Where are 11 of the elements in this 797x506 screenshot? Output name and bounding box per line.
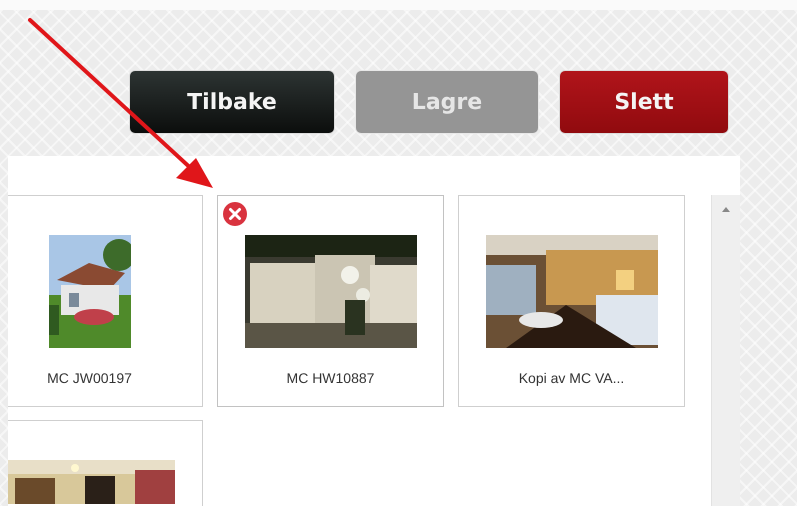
image-name: MC HW10887 — [286, 370, 374, 386]
image-card[interactable]: MC HW10887 — [217, 195, 444, 407]
toolbar-button[interactable]: Slett — [559, 70, 729, 134]
image-name: MC JW00197 — [47, 370, 132, 386]
image-card[interactable]: Kopi av MC VA... — [458, 195, 685, 407]
scroll-up-icon[interactable] — [722, 207, 730, 212]
scrollbar[interactable] — [711, 195, 740, 506]
toolbar-button[interactable]: Tilbake — [129, 70, 335, 134]
delete-icon[interactable] — [222, 201, 248, 227]
image-card[interactable]: MC JW00197 — [8, 195, 203, 407]
image-name: Kopi av MC VA... — [518, 370, 624, 386]
